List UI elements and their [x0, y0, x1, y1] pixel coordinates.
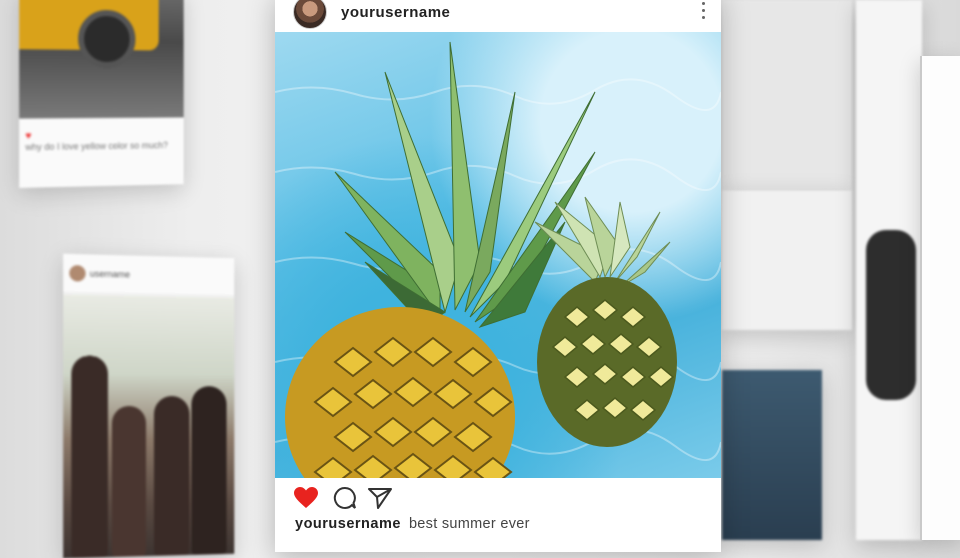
person-image: [111, 406, 147, 557]
person-image: [153, 396, 190, 556]
background-post-right-bottom: [722, 370, 822, 540]
wheel-image: [78, 9, 136, 69]
background-post-edge: [920, 56, 960, 540]
heart-icon: ♥: [25, 130, 32, 142]
post-actions: [275, 482, 721, 512]
more-icon[interactable]: [699, 2, 707, 19]
person-image: [191, 386, 227, 555]
background-post-username: username: [89, 268, 131, 280]
background-post-right-middle: [722, 190, 852, 330]
background-post-right-top: [722, 0, 852, 190]
background-post-photo: [866, 230, 916, 400]
heart-icon[interactable]: [293, 486, 319, 510]
share-icon[interactable]: [367, 486, 393, 510]
person-image: [71, 355, 108, 558]
post-username[interactable]: yourusername: [341, 4, 450, 21]
caption-text: best summer ever: [408, 516, 530, 532]
pineapples-image: [275, 41, 721, 478]
background-post-caption: why do I love yellow color so much?: [25, 140, 168, 153]
comment-icon[interactable]: [333, 486, 357, 510]
background-post-far-right: [856, 0, 922, 540]
background-post-photo: [19, 0, 184, 119]
avatar: [69, 265, 86, 282]
post-card: yourusername yourusername best summer ev…: [275, 0, 721, 552]
avatar[interactable]: [293, 0, 327, 29]
post-header: yourusername: [275, 0, 721, 32]
background-post-top-left: ♥ why do I love yellow color so much?: [19, 0, 184, 188]
post-photo[interactable]: [275, 32, 721, 478]
background-post-photo: [63, 294, 235, 558]
caption-username[interactable]: yourusername: [295, 516, 401, 532]
background-post-bottom-left: username: [63, 253, 235, 558]
post-caption: yourusername best summer ever: [295, 516, 530, 532]
background-post-meta: ♥ why do I love yellow color so much?: [25, 129, 168, 152]
background-post-header: username: [63, 253, 235, 297]
